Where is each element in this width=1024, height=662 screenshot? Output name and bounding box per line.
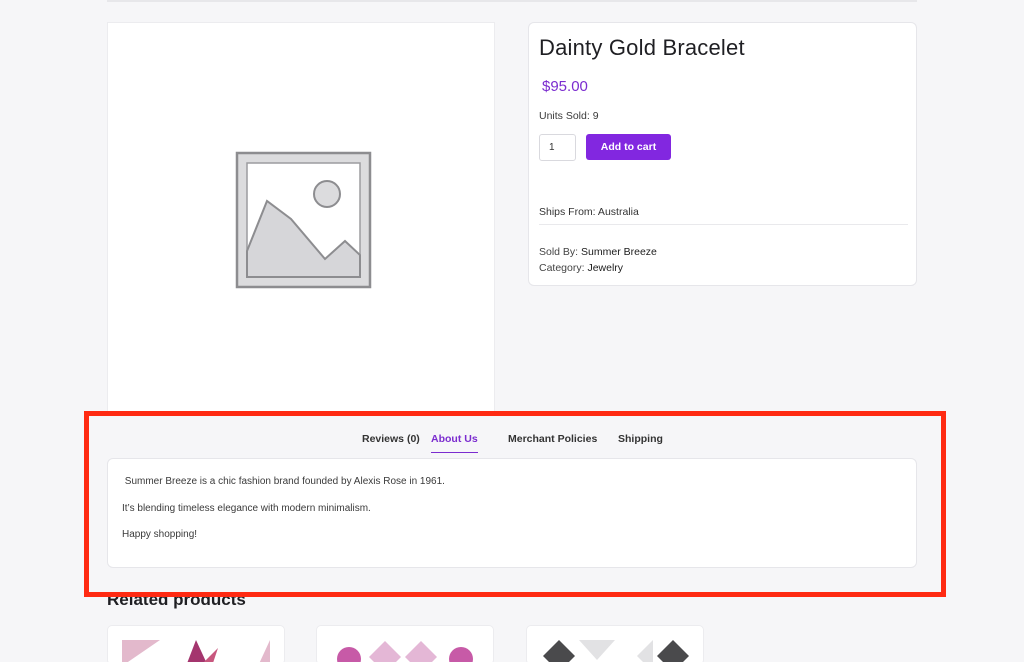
- top-divider: [107, 0, 917, 2]
- add-to-cart-button[interactable]: Add to cart: [586, 134, 671, 160]
- related-product-card[interactable]: [316, 625, 494, 662]
- related-product-thumbnail: [337, 641, 473, 662]
- sold-by-link[interactable]: Summer Breeze: [581, 246, 657, 258]
- summary-divider: [539, 224, 908, 225]
- product-price: $95.00: [542, 78, 588, 95]
- ships-from: Ships From: Australia: [539, 206, 639, 218]
- product-gallery[interactable]: [107, 22, 495, 414]
- category-label: Category:: [539, 262, 585, 274]
- units-sold: Units Sold: 9: [539, 110, 599, 122]
- related-product-card[interactable]: [526, 625, 704, 662]
- sold-by: Sold By: Summer Breeze: [539, 246, 657, 258]
- highlight-box: [84, 411, 946, 597]
- product-summary: Dainty Gold Bracelet $95.00 Units Sold: …: [528, 22, 917, 286]
- category: Category: Jewelry: [539, 262, 623, 274]
- related-product-thumbnail: [122, 640, 270, 662]
- image-placeholder-icon: [235, 151, 372, 289]
- related-product-thumbnail: [543, 640, 689, 662]
- quantity-input[interactable]: [539, 134, 576, 161]
- category-link[interactable]: Jewelry: [587, 262, 623, 274]
- sold-by-label: Sold By:: [539, 246, 579, 258]
- related-product-card[interactable]: [107, 625, 285, 662]
- product-title: Dainty Gold Bracelet: [539, 35, 745, 60]
